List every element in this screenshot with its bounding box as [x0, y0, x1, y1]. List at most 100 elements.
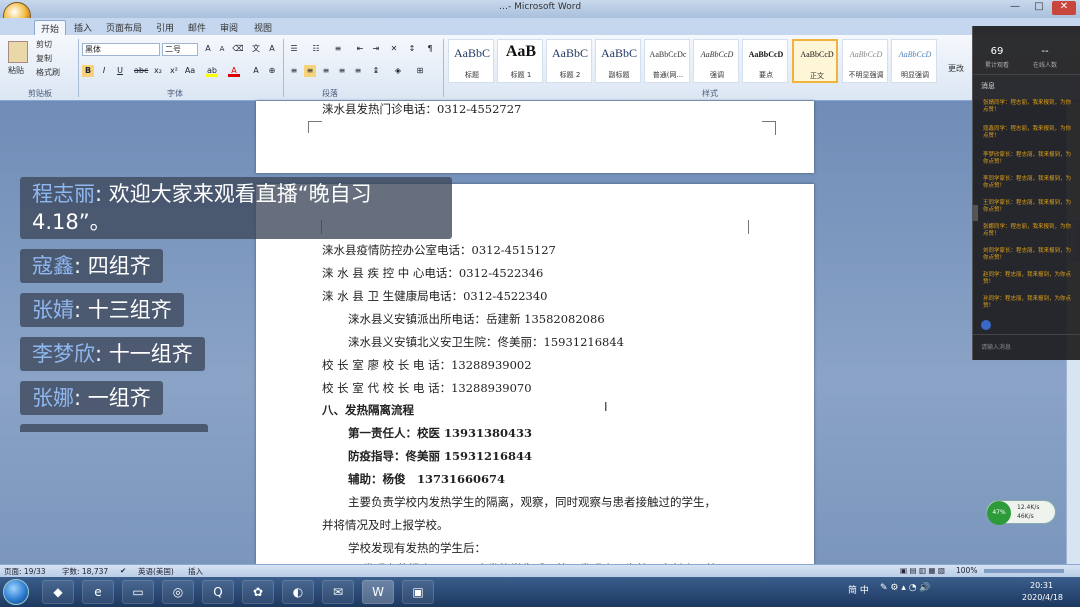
paste-icon[interactable] — [8, 41, 28, 63]
tab-review[interactable]: 审阅 — [214, 20, 244, 35]
start-button[interactable] — [3, 579, 29, 605]
maximize-button[interactable]: □ — [1028, 1, 1050, 15]
change-case-icon[interactable]: Aa — [184, 65, 196, 77]
panel-collapse-icon[interactable] — [972, 205, 978, 221]
sort-icon[interactable]: ↕ — [406, 43, 418, 55]
phonetic-icon[interactable]: 文 — [250, 43, 262, 55]
enclose-char-icon[interactable]: ⊕ — [266, 65, 278, 77]
line-spacing-icon[interactable]: ↨ — [370, 65, 382, 77]
page-indicator[interactable]: 页面: 19/33 — [4, 566, 46, 577]
font-color-icon[interactable]: A — [228, 65, 240, 77]
underline-button[interactable]: U — [114, 65, 126, 77]
change-styles-button[interactable]: 更改 — [948, 63, 964, 74]
crop-mark — [762, 121, 776, 135]
style-intense-emphasis[interactable]: AaBbCcD 明显强调 — [891, 39, 937, 83]
style-heading-1[interactable]: AaB 标题 1 — [497, 39, 543, 83]
word-taskbar-icon[interactable]: W — [362, 580, 394, 604]
group-separator — [283, 39, 284, 97]
italic-button[interactable]: I — [98, 65, 110, 77]
numbering-icon[interactable]: ☷ — [310, 43, 322, 55]
tab-page-layout[interactable]: 页面布局 — [100, 20, 148, 35]
close-button[interactable]: ✕ — [1052, 1, 1076, 15]
wechat-icon[interactable]: ✉ — [322, 580, 354, 604]
char-border-icon[interactable]: A — [266, 43, 278, 55]
ime-indicator[interactable]: 简 中 — [848, 583, 869, 596]
bullets-icon[interactable]: ☰ — [288, 43, 300, 55]
shading-icon[interactable]: ◈ — [392, 65, 404, 77]
crop-mark — [308, 121, 322, 135]
style-strong[interactable]: AaBbCcD 要点 — [742, 39, 788, 83]
language-indicator[interactable]: 英语(美国) — [138, 566, 174, 577]
decrease-indent-icon[interactable]: ⇤ — [354, 43, 366, 55]
chat-message: 张娜: 一组齐 — [20, 381, 163, 415]
network-speed-widget[interactable]: 47% 12.4K/s 46K/s — [986, 500, 1056, 525]
style-normal[interactable]: AaBbCcD 正文 — [792, 39, 838, 83]
zoom-slider[interactable] — [984, 569, 1064, 573]
doc-line: 涞水县义安镇派出所电话：岳建新 13582082086 — [348, 312, 605, 326]
increase-indent-icon[interactable]: ⇥ — [370, 43, 382, 55]
view-buttons[interactable]: ▣ ▤ ▥ ▦ ▧ — [900, 566, 945, 575]
paste-button[interactable]: 粘贴 — [8, 65, 24, 76]
align-left-icon[interactable]: ≡ — [288, 65, 300, 77]
tab-view[interactable]: 视图 — [248, 20, 278, 35]
app-icon[interactable]: ✿ — [242, 580, 274, 604]
grow-font-icon[interactable]: A — [202, 43, 214, 55]
ie-icon[interactable]: e — [82, 580, 114, 604]
browser-360-icon[interactable]: ◎ — [162, 580, 194, 604]
font-size-combo[interactable]: 二号 — [162, 43, 198, 56]
shrink-font-icon[interactable]: A — [216, 43, 228, 55]
ribbon-tabs: 开始 插入 页面布局 引用 邮件 审阅 视图 — [0, 18, 1080, 36]
highlight-icon[interactable]: ab — [206, 65, 218, 77]
font-name-combo[interactable]: 黑体 — [82, 43, 160, 56]
tab-insert[interactable]: 插入 — [68, 20, 98, 35]
strikethrough-button[interactable]: abc — [134, 65, 148, 77]
folder-icon[interactable]: ▭ — [122, 580, 154, 604]
iqiyi-icon[interactable]: Q — [202, 580, 234, 604]
tab-home[interactable]: 开始 — [34, 20, 67, 36]
style-title[interactable]: AaBbC 标题 — [448, 39, 494, 83]
cut-button[interactable]: 剪切 — [36, 39, 52, 50]
style-sample: AaBbCcD — [748, 50, 784, 59]
word-count[interactable]: 字数: 18,737 — [62, 566, 108, 577]
doc-line: 学校发现有发热的学生后： — [348, 541, 486, 555]
multilevel-list-icon[interactable]: ≡ — [332, 43, 344, 55]
style-subtitle[interactable]: AaBbC 副标题 — [595, 39, 641, 83]
previous-page[interactable]: 涞水县发热门诊电话：0312-4552727 — [256, 101, 814, 173]
minimize-button[interactable]: — — [1004, 1, 1026, 15]
current-page[interactable]: 涞水县疫情防控办公室电话：0312-4515127 涞 水 县 疾 控 中 心电… — [256, 184, 814, 564]
align-center-icon[interactable]: ≡ — [304, 65, 316, 77]
tab-references[interactable]: 引用 — [150, 20, 180, 35]
asian-layout-icon[interactable]: ✕ — [388, 43, 400, 55]
security-app-icon[interactable]: ◆ — [42, 580, 74, 604]
clock-date[interactable]: 2020/4/18 — [1022, 593, 1063, 602]
superscript-button[interactable]: x² — [168, 65, 180, 77]
align-right-icon[interactable]: ≡ — [320, 65, 332, 77]
bold-button[interactable]: B — [82, 65, 94, 77]
app-icon[interactable]: ◐ — [282, 580, 314, 604]
style-heading-2[interactable]: AaBbC 标题 2 — [546, 39, 592, 83]
justify-icon[interactable]: ≡ — [336, 65, 348, 77]
style-normal-web[interactable]: AaBbCcDc 普通(网... — [644, 39, 690, 83]
app-icon[interactable]: ▣ — [402, 580, 434, 604]
show-marks-icon[interactable]: ¶ — [424, 43, 436, 55]
borders-icon[interactable]: ⊞ — [414, 65, 426, 77]
message-input[interactable]: 请输入消息 — [981, 342, 1011, 351]
copy-button[interactable]: 复制 — [36, 53, 52, 64]
panel-message: 张婧同学：程志丽，我来报到，为你点赞！ — [983, 100, 1072, 113]
style-emphasis[interactable]: AaBbCcD 强调 — [693, 39, 739, 83]
tray-icons[interactable]: ✎ ⚙ ▴ ◔ 🔊 — [880, 583, 931, 593]
document-workspace[interactable]: 涞水县发热门诊电话：0312-4552727 涞水县疫情防控办公室电话：0312… — [0, 101, 1080, 564]
zoom-level[interactable]: 100% — [956, 566, 977, 575]
distributed-icon[interactable]: ≡ — [352, 65, 364, 77]
format-painter-button[interactable]: 格式刷 — [36, 67, 60, 78]
doc-line: 涞水县发热门诊电话：0312-4552727 — [322, 102, 522, 116]
tab-mailings[interactable]: 邮件 — [182, 20, 212, 35]
subscript-button[interactable]: x₂ — [152, 65, 164, 77]
insert-mode[interactable]: 插入 — [188, 566, 203, 577]
section-heading: 八、发热隔离流程 — [322, 403, 414, 417]
clear-format-icon[interactable]: ⌫ — [232, 43, 244, 55]
style-subtle-emphasis[interactable]: AaBbCcD 不明显强调 — [842, 39, 888, 83]
char-shading-icon[interactable]: A — [250, 65, 262, 77]
clock-time[interactable]: 20:31 — [1030, 581, 1053, 590]
proofing-icon[interactable]: ✔ — [120, 566, 126, 575]
